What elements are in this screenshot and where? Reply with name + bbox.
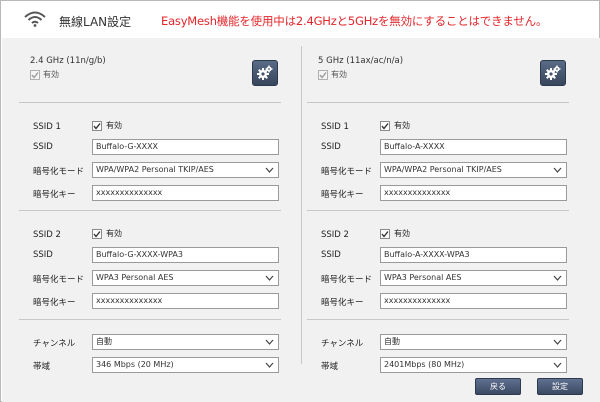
ssid1-encryption-select[interactable]: WPA/WPA2 Personal TKIP/AES [380,162,567,178]
checkbox-label: 有効 [106,121,122,130]
checkbox-label: 有効 [43,70,59,79]
divider [307,319,569,320]
ssid1-input[interactable]: Buffalo-G-XXXX [92,139,279,155]
settings-panel: 2.4 GHz (11n/g/b) 有効 SSID 1 有効 SSID Buff… [2,38,600,402]
channel-label: チャンネル [33,339,76,349]
chevron-down-icon [553,167,562,173]
ssid-label: SSID [321,142,341,152]
check-icon [31,71,39,79]
band-settings-button[interactable] [252,60,278,86]
ssid2-input[interactable]: Buffalo-A-XXXX-WPA3 [380,247,567,263]
back-button[interactable]: 戻る [475,378,521,395]
check-icon [93,122,101,130]
chevron-down-icon [265,275,274,281]
divider [307,102,569,103]
ssid1-label: SSID 1 [33,122,61,132]
chevron-down-icon [553,339,562,345]
divider [19,319,281,320]
divider [19,102,281,103]
select-value: 自動 [384,337,400,346]
apply-button[interactable]: 設定 [537,378,583,395]
chevron-down-icon [265,362,274,368]
checkbox-label: 有効 [394,229,410,238]
chevron-down-icon [265,339,274,345]
band-column-2g: 2.4 GHz (11n/g/b) 有効 SSID 1 有効 SSID Buff… [19,38,281,373]
wifi-icon [24,11,46,27]
encryption-mode-label: 暗号化モード [33,275,85,285]
ssid2-encryption-select[interactable]: WPA3 Personal AES [380,270,567,286]
ssid1-key-input[interactable]: xxxxxxxxxxxxxx [92,185,279,201]
select-value: WPA3 Personal AES [96,273,174,282]
divider [19,210,281,211]
encryption-mode-label: 暗号化モード [33,167,85,177]
select-value: WPA/WPA2 Personal TKIP/AES [384,165,502,174]
channel-select[interactable]: 自動 [92,334,279,350]
ssid2-key-input[interactable]: xxxxxxxxxxxxxx [380,293,567,309]
ssid2-enable-checkbox[interactable]: 有効 [380,228,410,239]
ssid2-label: SSID 2 [321,230,349,240]
select-value: WPA3 Personal AES [384,273,462,282]
band-enable-checkbox[interactable]: 有効 [318,69,347,80]
band-column-5g: 5 GHz (11ax/ac/n/a) 有効 SSID 1 有効 SSID Bu… [307,38,569,373]
ssid2-encryption-select[interactable]: WPA3 Personal AES [92,270,279,286]
page-title: 無線LAN設定 [59,15,132,29]
encryption-key-label: 暗号化キー [33,298,76,308]
check-icon [93,230,101,238]
ssid1-encryption-select[interactable]: WPA/WPA2 Personal TKIP/AES [92,162,279,178]
encryption-key-label: 暗号化キー [321,298,364,308]
gear-icon [257,65,273,80]
gear-icon [545,65,561,80]
check-icon [319,71,327,79]
ssid2-input[interactable]: Buffalo-G-XXXX-WPA3 [92,247,279,263]
band-enable-checkbox[interactable]: 有効 [30,69,59,80]
check-icon [381,122,389,130]
select-value: 自動 [96,337,112,346]
bandwidth-label: 帯域 [33,362,51,372]
chevron-down-icon [553,362,562,368]
bandwidth-select[interactable]: 2401Mbps (80 MHz) [380,357,567,373]
column-divider [301,46,302,364]
checkbox[interactable] [92,228,102,239]
bandwidth-label: 帯域 [321,362,339,372]
ssid-label: SSID [321,250,341,260]
header-bar: 無線LAN設定 EasyMesh機能を使用中は2.4GHzと5GHzを無効にする… [1,1,599,37]
chevron-down-icon [265,167,274,173]
ssid2-label: SSID 2 [33,230,61,240]
ssid1-enable-checkbox[interactable]: 有効 [92,120,122,131]
divider [307,210,569,211]
encryption-mode-label: 暗号化モード [321,167,373,177]
bandwidth-select[interactable]: 346 Mbps (20 MHz) [92,357,279,373]
select-value: 346 Mbps (20 MHz) [96,360,174,369]
checkbox[interactable] [92,120,102,131]
checkbox-label: 有効 [331,70,347,79]
ssid1-key-input[interactable]: xxxxxxxxxxxxxx [380,185,567,201]
ssid2-key-input[interactable]: xxxxxxxxxxxxxx [92,293,279,309]
easymesh-warning: EasyMesh機能を使用中は2.4GHzと5GHzを無効にすることはできません… [161,14,548,28]
ssid2-enable-checkbox[interactable]: 有効 [92,228,122,239]
band-settings-button[interactable] [540,60,566,86]
encryption-mode-label: 暗号化モード [321,275,373,285]
ssid1-input[interactable]: Buffalo-A-XXXX [380,139,567,155]
channel-select[interactable]: 自動 [380,334,567,350]
select-value: WPA/WPA2 Personal TKIP/AES [96,165,214,174]
app-window: 無線LAN設定 EasyMesh機能を使用中は2.4GHzと5GHzを無効にする… [0,0,600,402]
chevron-down-icon [553,275,562,281]
encryption-key-label: 暗号化キー [321,190,364,200]
ssid1-enable-checkbox[interactable]: 有効 [380,120,410,131]
channel-label: チャンネル [321,339,364,349]
band-name: 2.4 GHz (11n/g/b) [30,56,106,66]
checkbox-label: 有効 [106,229,122,238]
ssid1-label: SSID 1 [321,122,349,132]
checkbox[interactable] [380,228,390,239]
band-name: 5 GHz (11ax/ac/n/a) [318,56,404,66]
ssid-label: SSID [33,142,53,152]
encryption-key-label: 暗号化キー [33,190,76,200]
check-icon [381,230,389,238]
select-value: 2401Mbps (80 MHz) [384,360,465,369]
checkbox[interactable] [380,120,390,131]
checkbox[interactable] [30,69,40,80]
checkbox-label: 有効 [394,121,410,130]
checkbox[interactable] [318,69,328,80]
ssid-label: SSID [33,250,53,260]
